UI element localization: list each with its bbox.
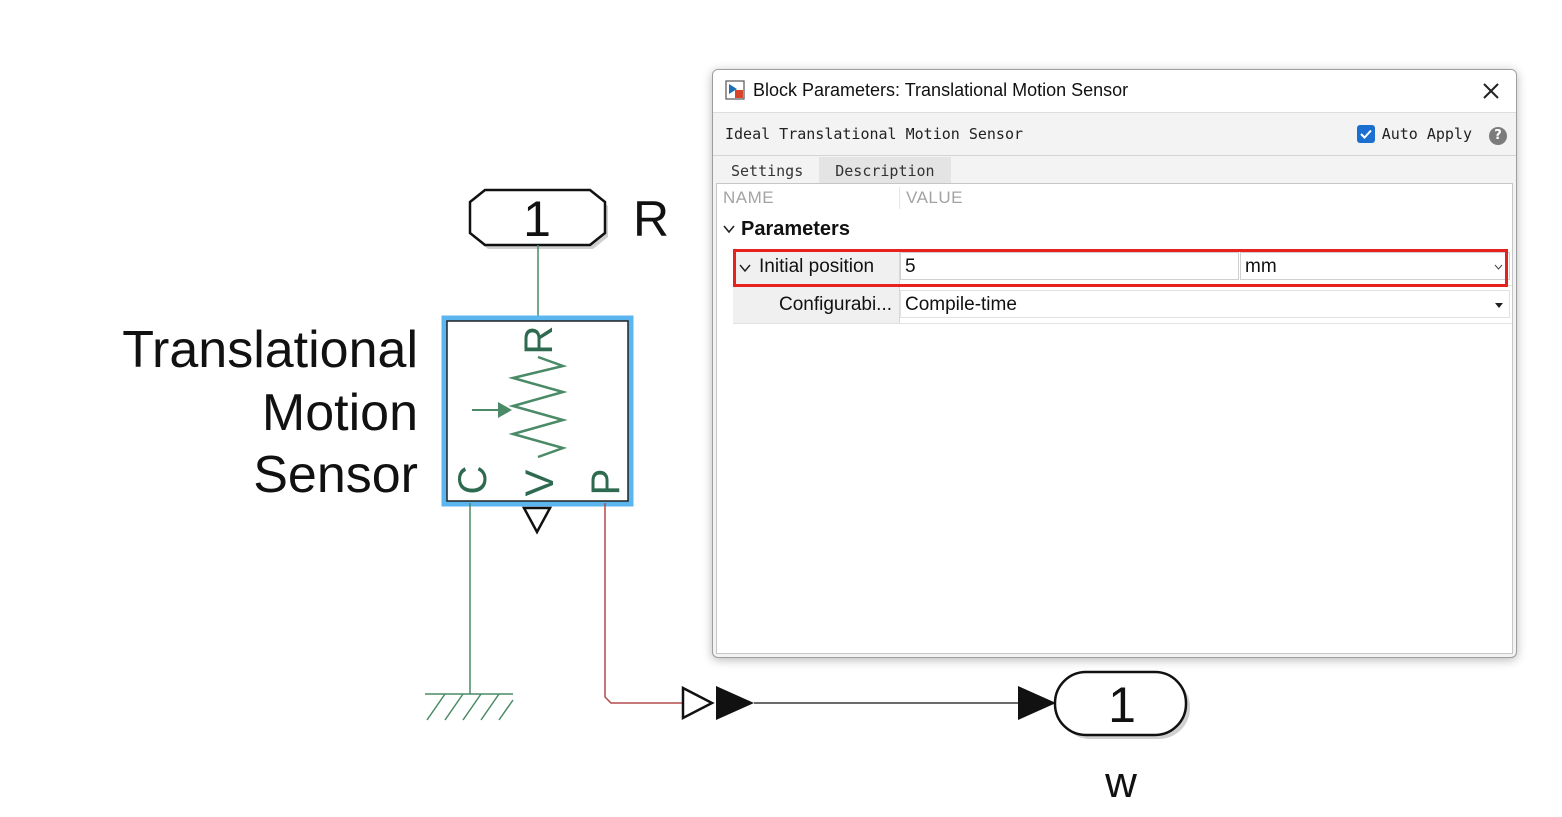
block-parameters-dialog: Block Parameters: Translational Motion S…: [712, 69, 1517, 658]
dropdown-arrow-icon: [1494, 264, 1503, 270]
app-block-icon: [725, 80, 745, 100]
column-name-header: NAME: [723, 188, 775, 207]
check-icon: [1359, 129, 1372, 139]
dialog-title: Block Parameters: Translational Motion S…: [753, 80, 1129, 100]
block-name: Translational Motion Sensor: [122, 321, 418, 504]
inport-r[interactable]: 1: [468, 188, 608, 249]
auto-apply-checkbox[interactable]: [1356, 125, 1375, 143]
param-row-configurability: Configurabi... Compile-time: [733, 287, 1512, 324]
motion-sensor-block[interactable]: R C V P: [441, 315, 634, 507]
param-row-initial-position: Initial position 5 mm: [733, 249, 1512, 286]
block-name-line-3: Sensor: [253, 446, 418, 504]
parameters-panel: NAME VALUE Parameters Initial position 5…: [716, 183, 1513, 654]
tab-description[interactable]: Description: [819, 157, 951, 183]
tab-settings[interactable]: Settings: [715, 157, 820, 183]
outport-w[interactable]: 1: [1053, 670, 1190, 739]
chevron-down-icon[interactable]: [739, 262, 751, 274]
chevron-down-icon[interactable]: [722, 222, 736, 236]
auto-apply-toggle[interactable]: Auto Apply: [1356, 125, 1472, 143]
help-icon[interactable]: ?: [1489, 127, 1507, 145]
auto-apply-label: Auto Apply: [1381, 125, 1472, 143]
dialog-titlebar[interactable]: Block Parameters: Translational Motion S…: [713, 70, 1516, 113]
signal-arrow-icon: [1018, 686, 1056, 720]
ps-simulink-converter[interactable]: [681, 685, 754, 721]
connection-p[interactable]: [604, 503, 683, 704]
column-header: NAME VALUE: [717, 184, 1512, 212]
dropdown-arrow-icon: [1495, 303, 1503, 308]
column-value-header: VALUE: [906, 188, 963, 207]
v-port-arrow-icon: [521, 506, 553, 535]
dialog-tabs: Settings Description: [715, 157, 951, 183]
initial-position-unit-select[interactable]: mm: [1240, 252, 1510, 280]
port-label-v: V: [518, 469, 562, 496]
parameters-group-label: Parameters: [741, 218, 850, 240]
block-name-line-1: Translational: [122, 321, 418, 379]
close-icon[interactable]: [1476, 76, 1506, 106]
port-label-c: C: [451, 466, 495, 495]
block-name-line-2: Motion: [262, 384, 418, 442]
param-name-configurability: Configurabi...: [779, 294, 893, 315]
description-bar: Ideal Translational Motion Sensor Auto A…: [713, 113, 1516, 156]
ground-icon[interactable]: [425, 693, 514, 721]
outport-w-number: 1: [1108, 677, 1136, 733]
configurability-value: Compile-time: [905, 294, 1017, 315]
outport-w-label: w: [1104, 758, 1137, 807]
port-label-p: P: [584, 469, 628, 496]
param-name-initial-position: Initial position: [759, 256, 875, 277]
inport-r-number: 1: [523, 191, 551, 247]
port-label-r: R: [517, 326, 561, 355]
configurability-select[interactable]: Compile-time: [900, 290, 1510, 318]
initial-position-unit-value: mm: [1245, 256, 1277, 277]
inport-r-label: R: [633, 191, 669, 247]
initial-position-value-input[interactable]: 5: [900, 252, 1239, 280]
block-description: Ideal Translational Motion Sensor: [725, 125, 1024, 143]
